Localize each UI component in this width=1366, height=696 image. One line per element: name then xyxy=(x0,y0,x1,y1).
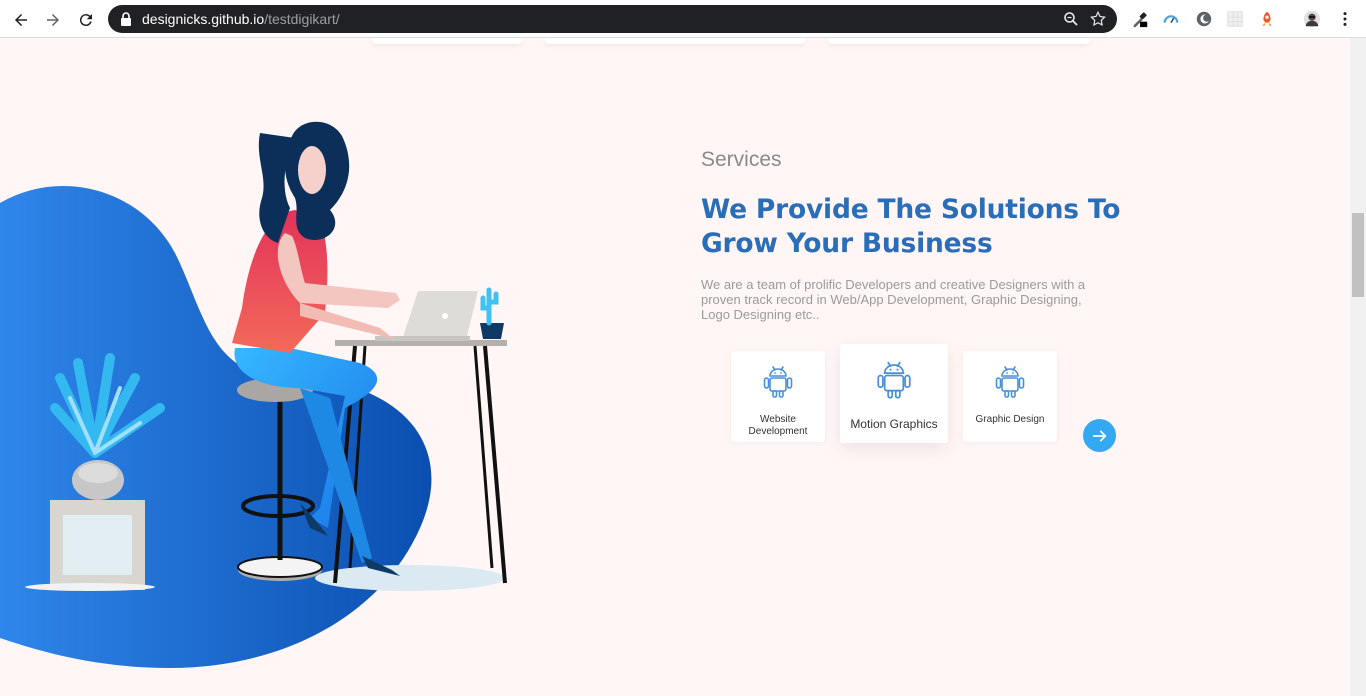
eyedropper-icon xyxy=(1133,12,1148,28)
section-label: Services xyxy=(701,148,782,171)
previous-section-card-edge xyxy=(372,38,522,44)
gauge-icon xyxy=(1163,15,1179,23)
forward-button[interactable] xyxy=(42,9,64,31)
url-text: designicks.github.io/testdigikart/ xyxy=(142,11,340,27)
previous-section-card-edge xyxy=(545,38,805,44)
service-card-graphic-design[interactable]: Graphic Design xyxy=(963,351,1057,442)
back-button[interactable] xyxy=(10,9,32,31)
dark-mode-extension[interactable] xyxy=(1194,9,1214,29)
star-icon[interactable] xyxy=(1089,10,1107,28)
page-scrollbar[interactable] xyxy=(1350,38,1366,696)
zoom-icon[interactable] xyxy=(1063,11,1079,27)
moon-icon xyxy=(1196,11,1212,27)
arrow-left-icon xyxy=(15,14,27,26)
lock-icon xyxy=(121,12,131,26)
eyedropper-extension[interactable] xyxy=(1130,9,1150,29)
android-icon xyxy=(995,366,1025,398)
menu-button[interactable] xyxy=(1335,9,1355,29)
arrow-right-icon xyxy=(1092,430,1106,441)
reload-icon xyxy=(79,14,92,27)
browser-toolbar: designicks.github.io/testdigikart/ xyxy=(0,0,1366,38)
url-path: /testdigikart/ xyxy=(264,11,340,27)
rocket-icon xyxy=(1262,11,1272,27)
grid-icon xyxy=(1227,11,1243,27)
service-card-label: Graphic Design xyxy=(975,414,1045,425)
next-services-button[interactable] xyxy=(1083,419,1116,452)
rocket-extension[interactable] xyxy=(1257,9,1277,29)
arrow-right-icon xyxy=(47,14,59,26)
kebab-menu-icon xyxy=(1343,12,1347,26)
section-headline: We Provide The Solutions To Grow Your Bu… xyxy=(701,194,1121,259)
android-icon xyxy=(763,366,793,398)
service-card-label: Website Development xyxy=(748,414,808,437)
android-icon xyxy=(877,361,911,399)
service-card-label: Motion Graphics xyxy=(850,417,938,431)
profile-avatar[interactable] xyxy=(1302,9,1322,29)
speed-extension[interactable] xyxy=(1161,9,1181,29)
woman-at-laptop-illustration xyxy=(0,121,507,668)
url-host: designicks.github.io xyxy=(142,11,265,27)
previous-section-card-edge xyxy=(828,38,1090,44)
service-card-website-development[interactable]: Website Development xyxy=(731,351,825,442)
address-bar[interactable]: designicks.github.io/testdigikart/ xyxy=(108,5,1117,33)
section-description: We are a team of prolific Developers and… xyxy=(701,277,1086,322)
reload-button[interactable] xyxy=(75,9,97,31)
service-card-motion-graphics[interactable]: Motion Graphics xyxy=(840,344,948,443)
page-viewport: Services We Provide The Solutions To Gro… xyxy=(0,38,1350,696)
avatar-icon xyxy=(1303,10,1321,28)
grid-extension[interactable] xyxy=(1225,9,1245,29)
scrollbar-thumb[interactable] xyxy=(1352,213,1364,297)
